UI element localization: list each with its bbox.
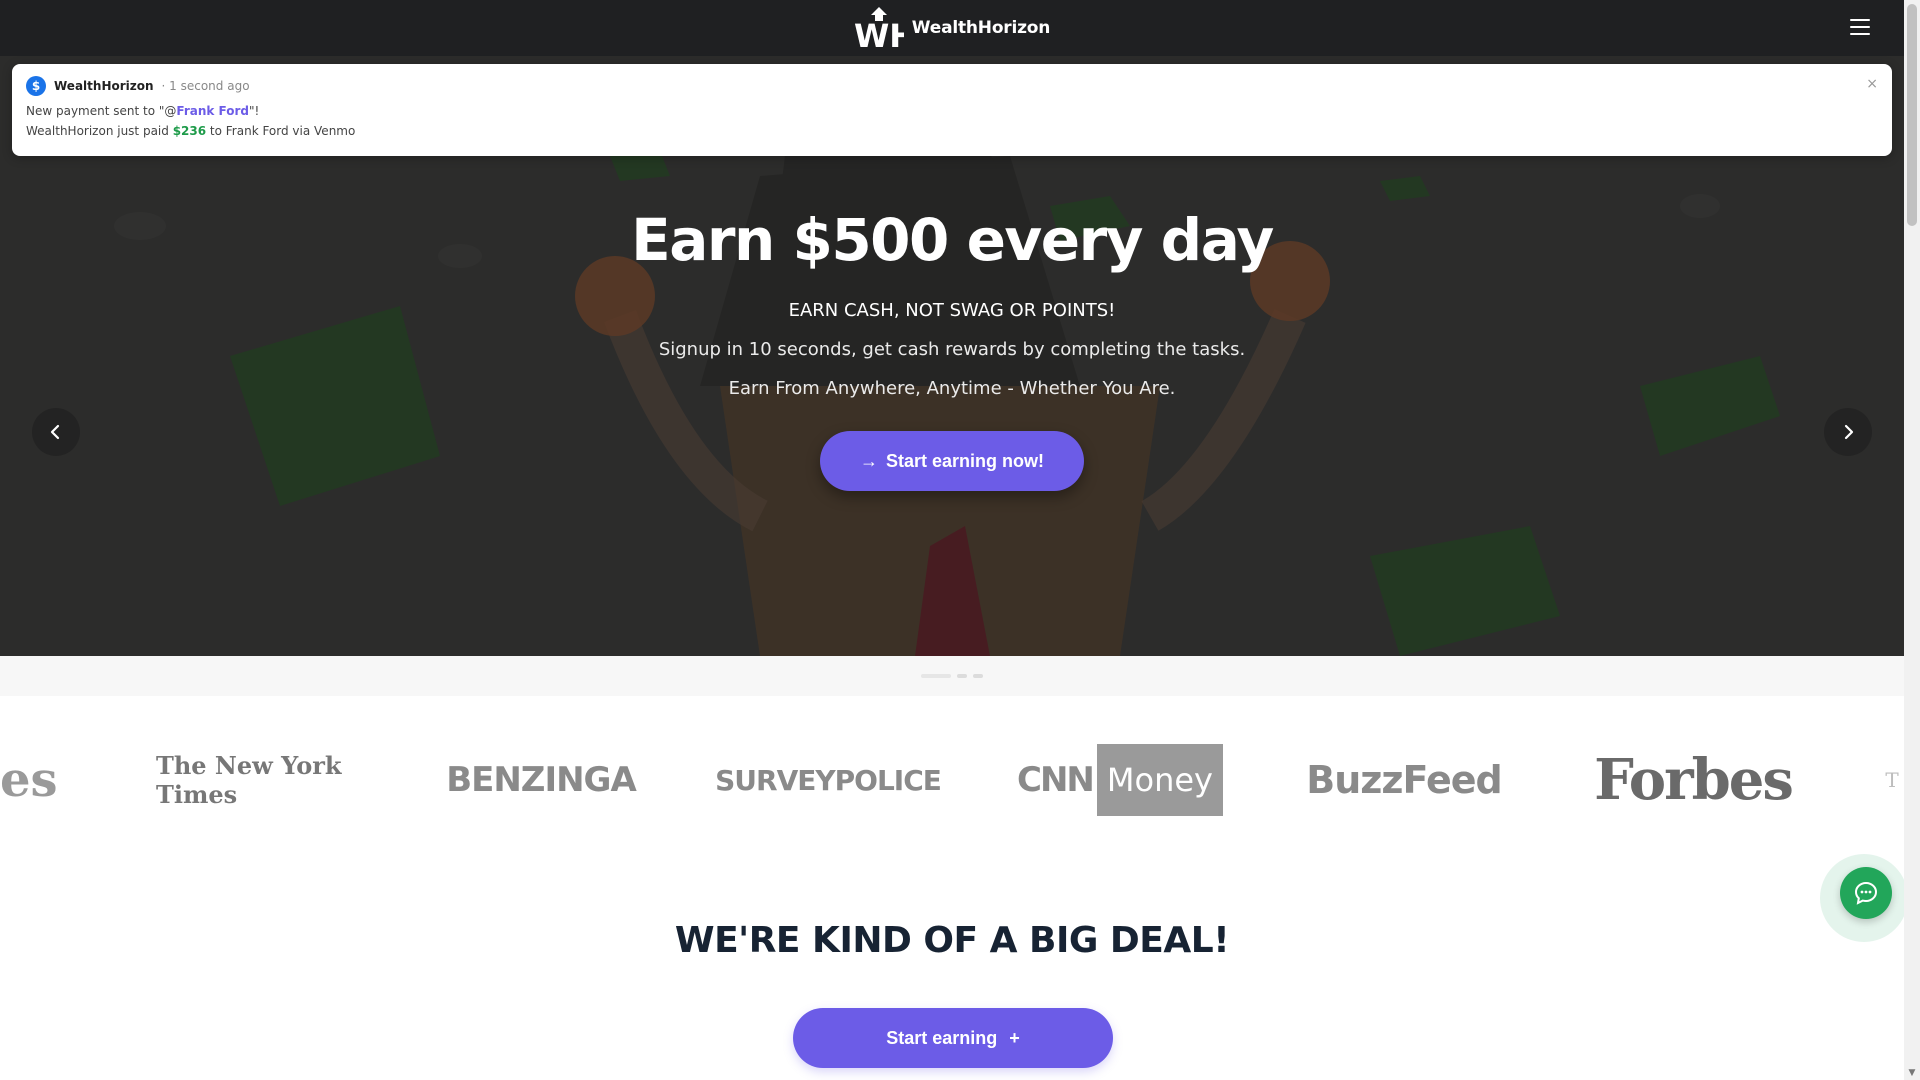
benzinga-logo: BENZINGA bbox=[446, 760, 637, 800]
brand-name: WealthHorizon bbox=[911, 18, 1051, 38]
scrollbar-thumb[interactable] bbox=[1907, 4, 1917, 226]
carousel-dot-active[interactable] bbox=[921, 674, 951, 678]
press-logo-partial-right: T bbox=[1885, 768, 1899, 792]
payment-amount: $236 bbox=[172, 124, 207, 138]
hero-subtitle-1: Signup in 10 seconds, get cash rewards b… bbox=[658, 339, 1246, 360]
nyt-logo: The New York Times bbox=[156, 751, 342, 809]
start-earning-now-label: Start earning now! bbox=[885, 450, 1044, 471]
hero-content: Earn $500 every day EARN CASH, NOT SWAG … bbox=[0, 206, 1904, 491]
notification-line-2: WealthHorizon just paid $236 to Frank Fo… bbox=[26, 124, 356, 138]
arrow-right-icon: → bbox=[859, 450, 878, 471]
dollar-badge-icon: $ bbox=[26, 76, 46, 96]
buzzfeed-logo: BuzzFeed bbox=[1306, 758, 1502, 802]
chat-bubble-icon bbox=[1854, 881, 1878, 905]
notification-app-name: WealthHorizon bbox=[54, 79, 154, 93]
chevron-left-icon bbox=[50, 424, 60, 440]
forbes-logo: Forbes bbox=[1594, 747, 1794, 813]
start-earning-label: Start earning bbox=[886, 1027, 998, 1048]
carousel-indicators bbox=[0, 656, 1904, 696]
payment-notification-toast[interactable]: $ WealthHorizon · 1 second ago New payme… bbox=[12, 64, 1892, 156]
start-earning-now-button[interactable]: → Start earning now! bbox=[819, 431, 1084, 491]
chat-launcher-button[interactable] bbox=[1840, 867, 1892, 919]
page-scrollbar[interactable]: ▼ bbox=[1904, 0, 1920, 1080]
svg-text:WH: WH bbox=[854, 17, 904, 49]
chevron-right-icon bbox=[1844, 424, 1854, 440]
press-logo-partial-left: es bbox=[0, 752, 58, 808]
start-earning-button[interactable]: Start earning + bbox=[793, 1008, 1113, 1068]
scroll-down-arrow-icon[interactable]: ▼ bbox=[1907, 1068, 1917, 1078]
hero-title: Earn $500 every day bbox=[631, 206, 1274, 274]
wh-logo-icon: WH bbox=[854, 7, 904, 49]
close-icon[interactable]: × bbox=[1866, 76, 1878, 92]
top-navbar: WH WealthHorizon bbox=[0, 0, 1904, 56]
recipient-name: Frank Ford bbox=[176, 104, 250, 118]
hamburger-menu-icon[interactable] bbox=[1850, 19, 1870, 35]
carousel-dot[interactable] bbox=[973, 674, 983, 678]
carousel-next-button[interactable] bbox=[1824, 408, 1872, 456]
plus-icon: + bbox=[1009, 1027, 1020, 1048]
hero-tagline: EARN CASH, NOT SWAG OR POINTS! bbox=[788, 300, 1116, 321]
notification-time: · 1 second ago bbox=[161, 79, 250, 93]
notification-line-1: New payment sent to "@Frank Ford"! bbox=[26, 104, 260, 118]
press-logos-strip: es The New York Times BENZINGA SURVEYPOL… bbox=[0, 730, 1904, 830]
surveypolice-logo: SURVEYPOLICE bbox=[715, 763, 942, 797]
hero-subtitle-2: Earn From Anywhere, Anytime - Whether Yo… bbox=[728, 378, 1176, 399]
cnn-money-logo: CNN Money bbox=[1017, 730, 1223, 830]
big-deal-heading: WE'RE KIND OF A BIG DEAL! bbox=[674, 920, 1230, 961]
brand-logo[interactable]: WH WealthHorizon bbox=[854, 7, 1050, 49]
carousel-dot[interactable] bbox=[957, 674, 967, 678]
carousel-prev-button[interactable] bbox=[32, 408, 80, 456]
